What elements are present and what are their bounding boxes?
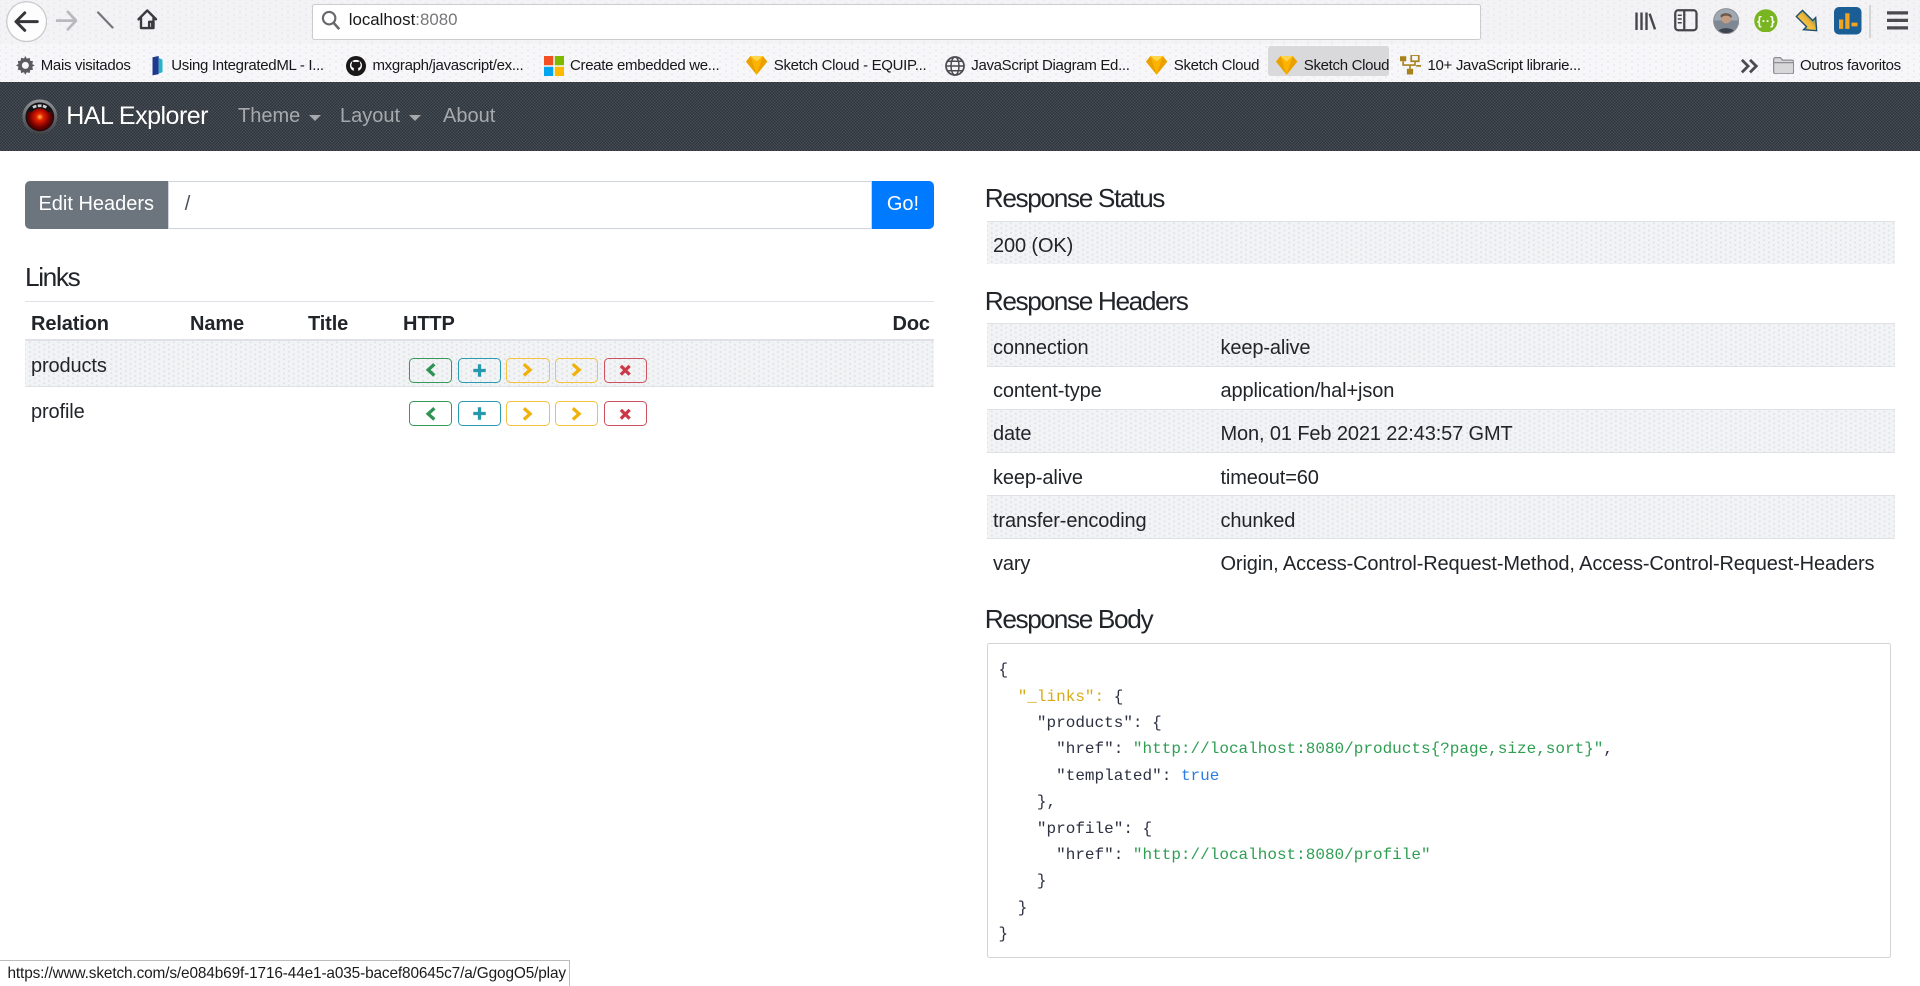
svg-text:{··}: {··} — [1757, 14, 1775, 28]
